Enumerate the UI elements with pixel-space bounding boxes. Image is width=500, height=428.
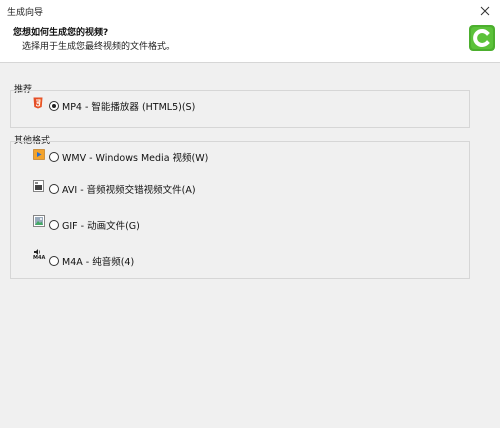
windows-media-icon (33, 149, 45, 160)
camtasia-logo-icon (469, 25, 495, 51)
m4a-audio-icon: M4A (33, 249, 47, 263)
m4a-option-label: M4A - 纯音频(4) (62, 257, 135, 268)
close-button[interactable] (470, 0, 500, 22)
mp4-radio[interactable] (49, 101, 59, 111)
page-subtitle: 选择用于生成您最终视频的文件格式。 (22, 42, 176, 52)
wizard-header: 您想如何生成您的视频? 选择用于生成您最终视频的文件格式。 (0, 22, 500, 63)
m4a-radio[interactable] (49, 256, 59, 266)
avi-option-label: AVI - 音频视频交错视频文件(A) (62, 185, 196, 196)
format-option-mp4[interactable]: MP4 - 智能播放器 (HTML5)(S) (33, 97, 196, 114)
format-option-wmv[interactable]: WMV - Windows Media 视频(W) (33, 149, 208, 165)
format-option-avi[interactable]: AVI - 音频视频交错视频文件(A) (33, 180, 196, 197)
close-icon (480, 6, 490, 16)
page-title: 您想如何生成您的视频? (13, 28, 109, 38)
wmv-option-label: WMV - Windows Media 视频(W) (62, 153, 209, 164)
gif-radio[interactable] (49, 220, 59, 230)
html5-icon (33, 97, 43, 109)
wmv-radio[interactable] (49, 152, 59, 162)
window-title: 生成向导 (7, 8, 44, 18)
format-option-m4a[interactable]: M4A M4A - 纯音频(4) (33, 249, 135, 269)
gif-image-icon (33, 215, 45, 227)
gif-option-label: GIF - 动画文件(G) (62, 221, 140, 232)
title-bar: 生成向导 (0, 0, 500, 22)
avi-radio[interactable] (49, 184, 59, 194)
m4a-icon-text: M4A (33, 255, 46, 261)
radio-selected-dot (52, 104, 56, 108)
mp4-option-label: MP4 - 智能播放器 (HTML5)(S) (62, 102, 196, 113)
film-icon (33, 180, 44, 192)
format-option-gif[interactable]: GIF - 动画文件(G) (33, 215, 140, 233)
